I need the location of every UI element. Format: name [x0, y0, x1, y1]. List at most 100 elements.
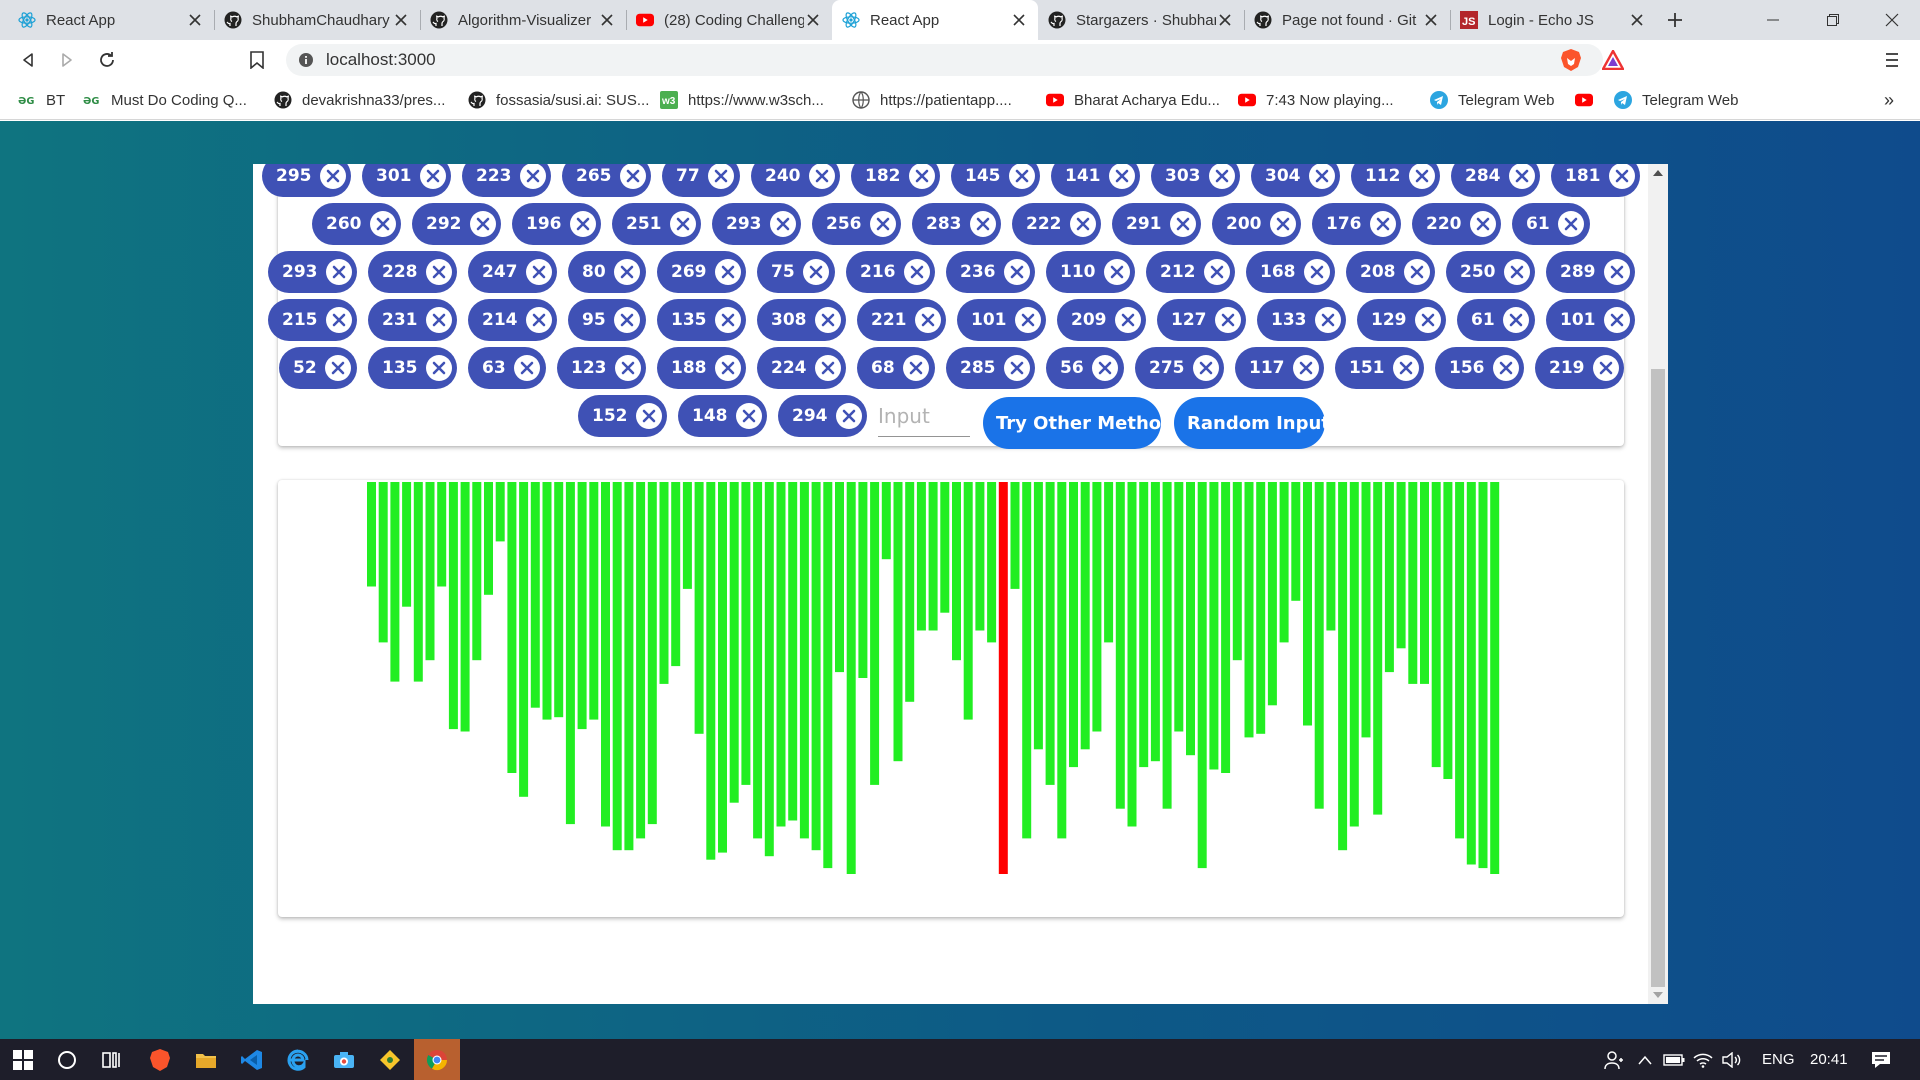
remove-chip-icon[interactable] — [1169, 211, 1196, 237]
close-window-button[interactable] — [1864, 0, 1920, 40]
taskbar-file-explorer[interactable] — [183, 1039, 229, 1080]
new-tab-button[interactable] — [1647, 0, 1703, 40]
remove-chip-icon[interactable] — [1603, 259, 1630, 285]
browser-menu-button[interactable] — [1876, 44, 1908, 76]
search-button[interactable] — [44, 1039, 90, 1080]
bookmark-item[interactable]: https://patientapp.... — [852, 80, 1012, 120]
task-view-button[interactable] — [89, 1039, 135, 1080]
remove-chip-icon[interactable] — [1214, 307, 1241, 333]
clock[interactable]: 20:41 — [1810, 1039, 1848, 1080]
scroll-up-arrow[interactable] — [1648, 164, 1668, 182]
remove-chip-icon[interactable] — [902, 355, 929, 381]
remove-chip-icon[interactable] — [1392, 355, 1419, 381]
remove-chip-icon[interactable] — [425, 259, 452, 285]
taskbar-edge[interactable] — [275, 1039, 321, 1080]
bookmark-item[interactable]: fossasia/susi.ai: SUS... — [468, 80, 649, 120]
try-other-method-button[interactable]: Try Other Method — [983, 397, 1174, 449]
remove-chip-icon[interactable] — [519, 164, 546, 189]
remove-chip-icon[interactable] — [714, 307, 741, 333]
remove-chip-icon[interactable] — [769, 211, 796, 237]
remove-chip-icon[interactable] — [1314, 307, 1341, 333]
remove-chip-icon[interactable] — [614, 355, 641, 381]
remove-chip-icon[interactable] — [869, 211, 896, 237]
remove-chip-icon[interactable] — [1408, 164, 1435, 189]
remove-chip-icon[interactable] — [1003, 355, 1030, 381]
browser-tab[interactable]: ShubhamChaudhary — [214, 0, 420, 40]
action-center-button[interactable] — [1858, 1039, 1904, 1080]
taskbar-chrome[interactable] — [414, 1039, 460, 1080]
remove-chip-icon[interactable] — [525, 259, 552, 285]
remove-chip-icon[interactable] — [1508, 164, 1535, 189]
close-tab-icon[interactable] — [1216, 11, 1234, 29]
remove-chip-icon[interactable] — [1269, 211, 1296, 237]
browser-tab[interactable]: Algorithm-Visualizer — [420, 0, 626, 40]
remove-chip-icon[interactable] — [1592, 355, 1619, 381]
remove-chip-icon[interactable] — [325, 307, 352, 333]
remove-chip-icon[interactable] — [1303, 259, 1330, 285]
scroll-down-arrow[interactable] — [1648, 986, 1668, 1004]
restore-button[interactable] — [1805, 0, 1861, 40]
browser-tab[interactable]: (28) Coding Challeng — [626, 0, 832, 40]
scrollbar-thumb[interactable] — [1651, 369, 1665, 987]
remove-chip-icon[interactable] — [425, 307, 452, 333]
remove-chip-icon[interactable] — [1492, 355, 1519, 381]
close-tab-icon[interactable] — [1422, 11, 1440, 29]
remove-chip-icon[interactable] — [1308, 164, 1335, 189]
remove-chip-icon[interactable] — [425, 355, 452, 381]
page-scrollbar[interactable] — [1648, 164, 1668, 1004]
close-tab-icon[interactable] — [1628, 11, 1646, 29]
remove-chip-icon[interactable] — [1603, 307, 1630, 333]
remove-chip-icon[interactable] — [903, 259, 930, 285]
remove-chip-icon[interactable] — [814, 355, 841, 381]
remove-chip-icon[interactable] — [1091, 355, 1118, 381]
remove-chip-icon[interactable] — [1203, 259, 1230, 285]
remove-chip-icon[interactable] — [613, 307, 640, 333]
bookmark-item[interactable]: w3 https://www.w3sch... — [660, 80, 824, 120]
battery-button[interactable] — [1659, 1039, 1689, 1080]
remove-chip-icon[interactable] — [1502, 307, 1529, 333]
forward-button[interactable] — [51, 44, 83, 76]
remove-chip-icon[interactable] — [814, 307, 841, 333]
remove-chip-icon[interactable] — [1557, 211, 1584, 237]
bookmark-item[interactable]: ƏG Must Do Coding Q... — [83, 80, 247, 120]
remove-chip-icon[interactable] — [469, 211, 496, 237]
wifi-button[interactable] — [1688, 1039, 1718, 1080]
remove-chip-icon[interactable] — [1008, 164, 1035, 189]
language-indicator[interactable]: ENG — [1762, 1039, 1795, 1080]
show-hidden-icons-button[interactable] — [1630, 1039, 1660, 1080]
remove-chip-icon[interactable] — [324, 355, 351, 381]
taskbar-vscode[interactable] — [229, 1039, 275, 1080]
remove-chip-icon[interactable] — [1469, 211, 1496, 237]
bookmark-item[interactable]: 7:43 Now playing... — [1238, 80, 1394, 120]
remove-chip-icon[interactable] — [808, 164, 835, 189]
close-tab-icon[interactable] — [186, 11, 204, 29]
remove-chip-icon[interactable] — [714, 355, 741, 381]
start-button[interactable] — [0, 1039, 46, 1080]
browser-tab[interactable]: React App — [8, 0, 214, 40]
remove-chip-icon[interactable] — [569, 211, 596, 237]
bookmark-item[interactable]: devakrishna33/pres... — [274, 80, 445, 120]
remove-chip-icon[interactable] — [1608, 164, 1635, 189]
remove-chip-icon[interactable] — [635, 403, 662, 429]
taskbar-git[interactable] — [367, 1039, 413, 1080]
bookmark-item[interactable]: Bharat Acharya Edu... — [1046, 80, 1220, 120]
close-tab-icon[interactable] — [598, 11, 616, 29]
bookmark-page-button[interactable] — [241, 44, 273, 76]
remove-chip-icon[interactable] — [1503, 259, 1530, 285]
bookmark-item[interactable]: Telegram Web — [1430, 80, 1554, 120]
minimize-button[interactable] — [1745, 0, 1801, 40]
browser-tab[interactable]: JS Login - Echo JS — [1450, 0, 1656, 40]
volume-button[interactable] — [1717, 1039, 1747, 1080]
more-bookmarks-button[interactable]: » — [1884, 80, 1894, 120]
remove-chip-icon[interactable] — [525, 307, 552, 333]
remove-chip-icon[interactable] — [707, 164, 734, 189]
random-input-button[interactable]: Random Input — [1174, 397, 1330, 449]
back-button[interactable] — [12, 44, 44, 76]
remove-chip-icon[interactable] — [802, 259, 829, 285]
taskbar-camera-app[interactable] — [321, 1039, 367, 1080]
number-input[interactable] — [878, 395, 970, 437]
bookmark-item[interactable]: ƏG BT — [18, 80, 65, 120]
remove-chip-icon[interactable] — [319, 164, 346, 189]
brave-rewards-button[interactable] — [1597, 44, 1629, 76]
remove-chip-icon[interactable] — [1208, 164, 1235, 189]
